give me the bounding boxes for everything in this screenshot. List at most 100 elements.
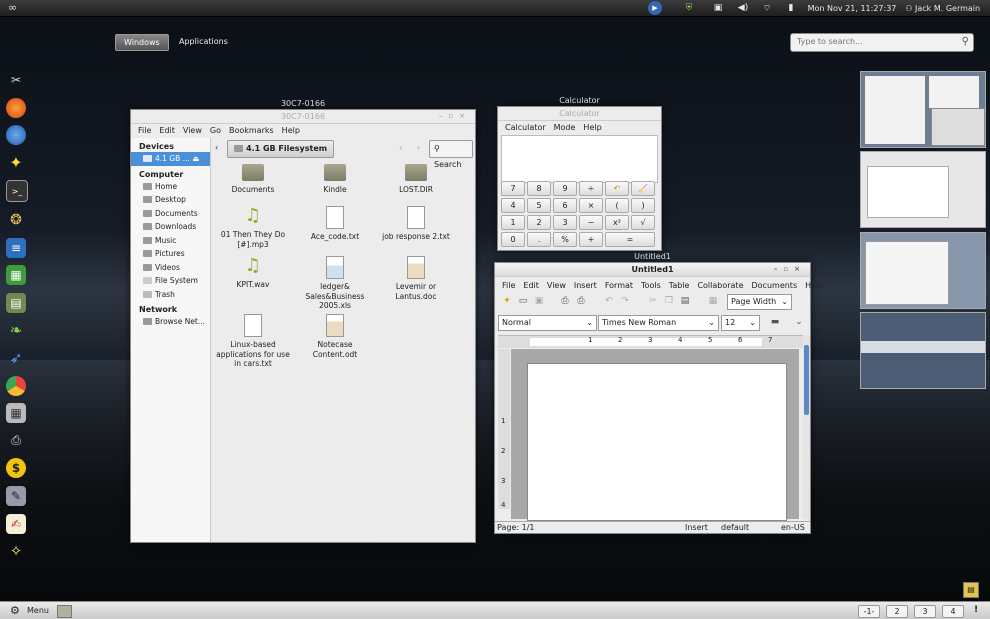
key-6[interactable]: 6: [553, 198, 577, 213]
dollar-icon[interactable]: $: [6, 458, 26, 479]
sidebar-item-filesystem[interactable]: File System: [131, 274, 210, 288]
back-arrow-icon[interactable]: ‹: [399, 140, 409, 156]
menu-button[interactable]: Menu: [27, 606, 49, 615]
sidebar-item-trash[interactable]: Trash: [131, 288, 210, 302]
menu-help[interactable]: Help: [278, 124, 304, 138]
file-item-documents[interactable]: Documents: [213, 164, 293, 195]
battery-icon[interactable]: ▮: [781, 0, 801, 16]
file-item-mp3[interactable]: ♫ 01 Then They Do [#].mp3: [213, 206, 293, 249]
key-percent[interactable]: %: [553, 232, 577, 247]
highlight-icon[interactable]: ▬: [769, 316, 781, 328]
show-desktop-icon[interactable]: [57, 605, 72, 618]
sidebar-item-home[interactable]: Home: [131, 180, 210, 194]
table-icon[interactable]: ▦: [707, 295, 719, 307]
window-titlebar[interactable]: Untitled1 –▫×: [495, 263, 810, 277]
notification-area-icon[interactable]: ▤: [963, 582, 979, 598]
file-item-linux-cars-txt[interactable]: Linux-based applications for use in cars…: [213, 314, 293, 369]
menu-tools[interactable]: Tools: [637, 279, 665, 293]
key-0[interactable]: 0: [501, 232, 525, 247]
status-page-style[interactable]: default: [721, 522, 749, 533]
menu-view[interactable]: View: [543, 279, 570, 293]
clock[interactable]: Mon Nov 21, 11:27:37: [805, 0, 899, 16]
font-size-select[interactable]: 12 ⌄: [721, 315, 760, 331]
new-document-icon[interactable]: ✦: [501, 295, 513, 307]
sidebar-item-device[interactable]: 4.1 GB ... ⏏: [131, 152, 210, 166]
window-controls[interactable]: –▫×: [439, 110, 471, 123]
tab-windows[interactable]: Windows: [115, 34, 169, 51]
menu-view[interactable]: View: [179, 124, 206, 138]
wifi-icon[interactable]: ⌔: [757, 0, 777, 16]
save-icon[interactable]: ▣: [533, 295, 545, 307]
key-equals[interactable]: =: [605, 232, 655, 247]
infinity-icon[interactable]: ∞: [8, 2, 28, 14]
printer-icon[interactable]: ⎙: [6, 431, 26, 451]
volume-icon[interactable]: ◀): [733, 0, 753, 16]
file-item-kindle[interactable]: Kindle: [295, 164, 375, 195]
menu-table[interactable]: Table: [665, 279, 694, 293]
window-titlebar[interactable]: Calculator: [498, 107, 661, 121]
menu-help[interactable]: Help: [801, 279, 827, 293]
gimp-icon[interactable]: ❂: [6, 210, 26, 230]
file-item-kpit-wav[interactable]: ♫ KPIT.wav: [213, 256, 293, 290]
workspace-thumbnail-2[interactable]: [860, 151, 986, 228]
menu-go[interactable]: Go: [206, 124, 225, 138]
workspace-button-3[interactable]: 3: [914, 605, 936, 618]
sparkle-icon[interactable]: ✧: [6, 541, 26, 561]
menu-help[interactable]: Help: [579, 121, 605, 135]
key-sqrt[interactable]: √: [631, 215, 655, 230]
key-square[interactable]: x²: [605, 215, 629, 230]
open-icon[interactable]: ▭: [517, 295, 529, 307]
file-item-notecase-odt[interactable]: Notecase Content.odt: [295, 314, 375, 359]
horizontal-ruler[interactable]: 1 2 3 4 5 6 7: [498, 335, 805, 348]
sidebar-item-desktop[interactable]: Desktop: [131, 193, 210, 207]
key-9[interactable]: 9: [553, 181, 577, 196]
eject-icon[interactable]: ⏏: [192, 154, 199, 163]
menu-file[interactable]: File: [134, 124, 155, 138]
workspace-thumbnail-4[interactable]: [860, 312, 986, 389]
search-box[interactable]: ⚲: [790, 33, 974, 52]
calculator-window[interactable]: Calculator Calculator Calculator Mode He…: [497, 96, 662, 251]
menu-bookmarks[interactable]: Bookmarks: [225, 124, 278, 138]
bird-icon[interactable]: ➶: [6, 348, 26, 368]
tools-icon[interactable]: ✂: [6, 70, 26, 90]
file-item-levemir-doc[interactable]: Levemir or Lantus.doc: [376, 256, 456, 301]
key-4[interactable]: 4: [501, 198, 525, 213]
key-plus[interactable]: +: [579, 232, 603, 247]
undo-icon[interactable]: ↶: [603, 295, 615, 307]
forward-arrow-icon[interactable]: ›: [417, 140, 427, 156]
print-icon[interactable]: ⎙: [559, 295, 571, 307]
writer-window[interactable]: Untitled1 Untitled1 –▫× File Edit View I…: [494, 252, 823, 534]
workspace-button-1[interactable]: -1-: [858, 605, 880, 618]
key-2[interactable]: 2: [527, 215, 551, 230]
cut-icon[interactable]: ✂: [647, 295, 659, 307]
sidebar-item-pictures[interactable]: Pictures: [131, 247, 210, 261]
status-language[interactable]: en-US: [781, 522, 805, 533]
chrome-icon[interactable]: [6, 375, 26, 396]
sidebar-item-browse-network[interactable]: Browse Net...: [131, 315, 210, 329]
workspace-button-2[interactable]: 2: [886, 605, 908, 618]
star-icon[interactable]: ✦: [6, 153, 26, 173]
search-input[interactable]: [791, 34, 947, 49]
key-1[interactable]: 1: [501, 215, 525, 230]
shield-icon[interactable]: ⛨: [679, 0, 699, 16]
clear-icon[interactable]: 🧹: [631, 181, 655, 196]
sidebar-item-documents[interactable]: Documents: [131, 207, 210, 221]
key-multiply[interactable]: ×: [579, 198, 603, 213]
workspace-thumbnail-3[interactable]: [860, 232, 986, 309]
print-preview-icon[interactable]: ⎙: [575, 295, 587, 307]
writer-icon[interactable]: ≡: [6, 237, 26, 258]
workspace-button-4[interactable]: 4: [942, 605, 964, 618]
paste-icon[interactable]: ▤: [679, 295, 691, 307]
copy-icon[interactable]: ❐: [663, 295, 675, 307]
zoom-select[interactable]: Page Width ⌄: [727, 294, 792, 310]
font-name-select[interactable]: Times New Roman ⌄: [598, 315, 719, 331]
grid-icon[interactable]: ▦: [6, 403, 26, 424]
workspace-thumbnail-1[interactable]: [860, 71, 986, 148]
calculator-icon[interactable]: ▤: [6, 292, 26, 313]
file-item-lost-dir[interactable]: LOST.DIR: [376, 164, 456, 195]
vertical-scrollbar[interactable]: [803, 335, 810, 519]
menu-mode[interactable]: Mode: [550, 121, 580, 135]
document-page[interactable]: [527, 363, 787, 521]
key-7[interactable]: 7: [501, 181, 525, 196]
vertical-ruler[interactable]: 1 2 3 4: [498, 349, 510, 509]
